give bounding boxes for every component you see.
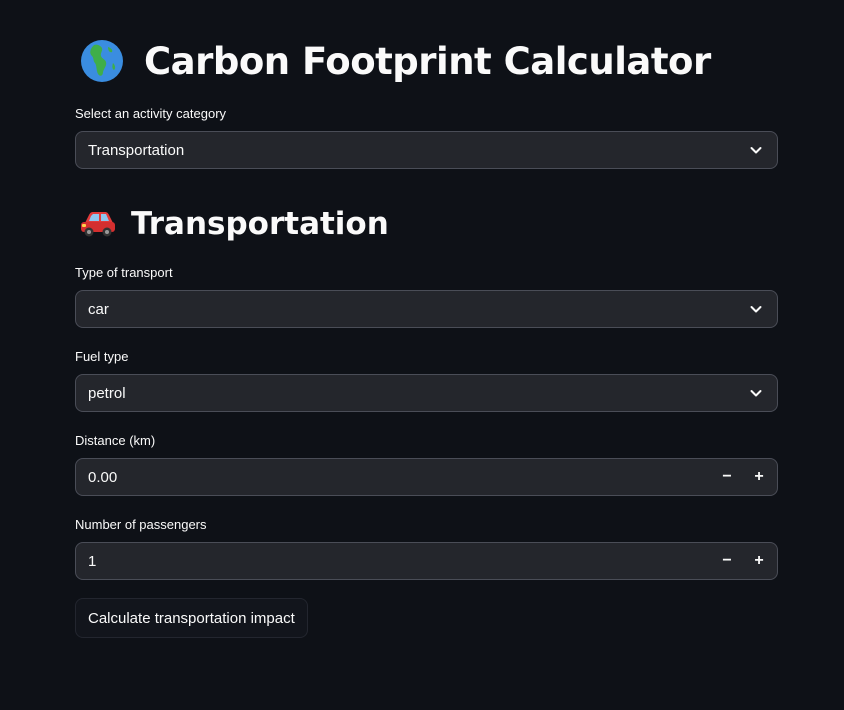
transport-type-select[interactable]: car: [75, 290, 778, 328]
category-select-value: Transportation: [88, 141, 185, 159]
passengers-increment-button[interactable]: +: [743, 543, 775, 579]
distance-decrement-button[interactable]: −: [711, 459, 743, 495]
calculate-button-label: Calculate transportation impact: [88, 609, 295, 627]
section-title: Transportation: [131, 206, 389, 242]
category-select[interactable]: Transportation: [75, 131, 778, 169]
distance-value[interactable]: 0.00: [76, 469, 711, 486]
title-row: Carbon Footprint Calculator: [80, 36, 711, 86]
fuel-type-select[interactable]: petrol: [75, 374, 778, 412]
section-header: Transportation: [79, 202, 389, 246]
chevron-down-icon: [750, 147, 762, 154]
car-icon: [81, 212, 115, 237]
category-label: Select an activity category: [75, 106, 227, 121]
fuel-type-label: Fuel type: [75, 349, 129, 364]
chevron-down-icon: [750, 306, 762, 313]
distance-label: Distance (km): [75, 433, 156, 448]
page-title: Carbon Footprint Calculator: [144, 39, 711, 83]
chevron-down-icon: [750, 390, 762, 397]
distance-increment-button[interactable]: +: [743, 459, 775, 495]
globe-icon: [81, 40, 123, 82]
calculate-button[interactable]: Calculate transportation impact: [75, 598, 308, 638]
passengers-decrement-button[interactable]: −: [711, 543, 743, 579]
transport-type-label: Type of transport: [75, 265, 173, 280]
distance-input[interactable]: 0.00 − +: [75, 458, 778, 496]
passengers-label: Number of passengers: [75, 517, 207, 532]
fuel-type-value: petrol: [88, 384, 126, 402]
passengers-input[interactable]: 1 − +: [75, 542, 778, 580]
passengers-value[interactable]: 1: [76, 553, 711, 570]
transport-type-value: car: [88, 300, 109, 318]
